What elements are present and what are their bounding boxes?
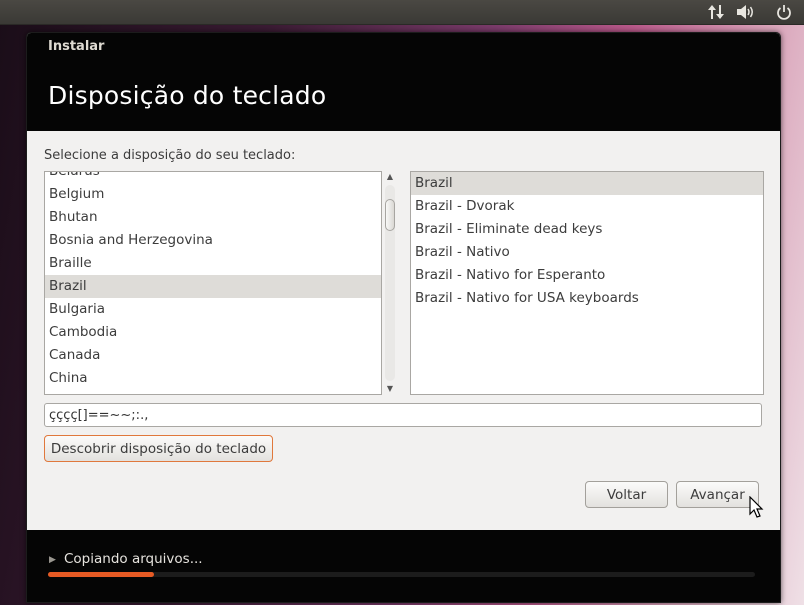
country-items: Belarus Belgium Bhutan Bosnia and Herzegovi…	[45, 172, 381, 394]
country-list-item[interactable]: Bulgaria	[45, 298, 381, 321]
expander-triangle-icon[interactable]: ▶	[49, 551, 56, 569]
power-icon[interactable]	[773, 3, 795, 21]
country-list-item[interactable]: Belarus	[45, 172, 381, 183]
installer-window: Instalar Disposição do teclado Selecione…	[26, 32, 781, 603]
window-header: Instalar Disposição do teclado	[27, 33, 780, 131]
page-title: Disposição do teclado	[48, 81, 327, 110]
progress-bar	[48, 572, 755, 577]
volume-icon[interactable]	[735, 3, 757, 21]
country-list-item[interactable]: Belgium	[45, 183, 381, 206]
country-list-item[interactable]: Braille	[45, 252, 381, 275]
back-button[interactable]: Voltar	[585, 481, 668, 508]
window-footer: ▶ Copiando arquivos...	[27, 530, 780, 602]
country-list-item[interactable]: Canada	[45, 344, 381, 367]
forward-button[interactable]: Avançar	[676, 481, 759, 508]
main-content: Selecione a disposição do seu teclado: B…	[27, 131, 780, 530]
variant-list-item[interactable]: Brazil	[411, 172, 763, 195]
country-list-scrollbar[interactable]: ▲ ▼	[383, 171, 397, 395]
keyboard-test-input[interactable]	[44, 403, 762, 427]
progress-label[interactable]: Copiando arquivos...	[64, 551, 203, 567]
country-list-item[interactable]: Brazil	[45, 275, 381, 298]
country-list-item[interactable]: Bhutan	[45, 206, 381, 229]
scroll-down-arrow-icon[interactable]: ▼	[383, 383, 397, 395]
top-panel	[0, 0, 804, 25]
detect-layout-button[interactable]: Descobrir disposição do teclado	[44, 435, 273, 462]
variant-list-item[interactable]: Brazil - Eliminate dead keys	[411, 218, 763, 241]
mouse-cursor-icon	[749, 496, 764, 518]
progress-bar-fill	[48, 572, 155, 577]
variant-list-item[interactable]: Brazil - Nativo	[411, 241, 763, 264]
variant-list-item[interactable]: Brazil - Nativo for USA keyboards	[411, 287, 763, 310]
country-list-item[interactable]: Bosnia and Herzegovina	[45, 229, 381, 252]
variant-list-item[interactable]: Brazil - Nativo for Esperanto	[411, 264, 763, 287]
scroll-up-arrow-icon[interactable]: ▲	[383, 171, 397, 183]
layout-prompt-label: Selecione a disposição do seu teclado:	[44, 148, 296, 163]
country-list-item[interactable]: Congo, Democratic Republic of the	[45, 390, 381, 394]
country-list-item[interactable]: China	[45, 367, 381, 390]
variant-items: Brazil Brazil - Dvorak Brazil - Eliminate …	[411, 172, 763, 310]
country-list-item[interactable]: Cambodia	[45, 321, 381, 344]
variant-list-item[interactable]: Brazil - Dvorak	[411, 195, 763, 218]
network-arrows-icon[interactable]	[705, 3, 727, 21]
country-list[interactable]: Belarus Belgium Bhutan Bosnia and Herzegovi…	[44, 171, 382, 395]
scroll-thumb[interactable]	[385, 199, 395, 231]
app-title: Instalar	[48, 39, 105, 54]
variant-list[interactable]: Brazil Brazil - Dvorak Brazil - Eliminate …	[410, 171, 764, 395]
